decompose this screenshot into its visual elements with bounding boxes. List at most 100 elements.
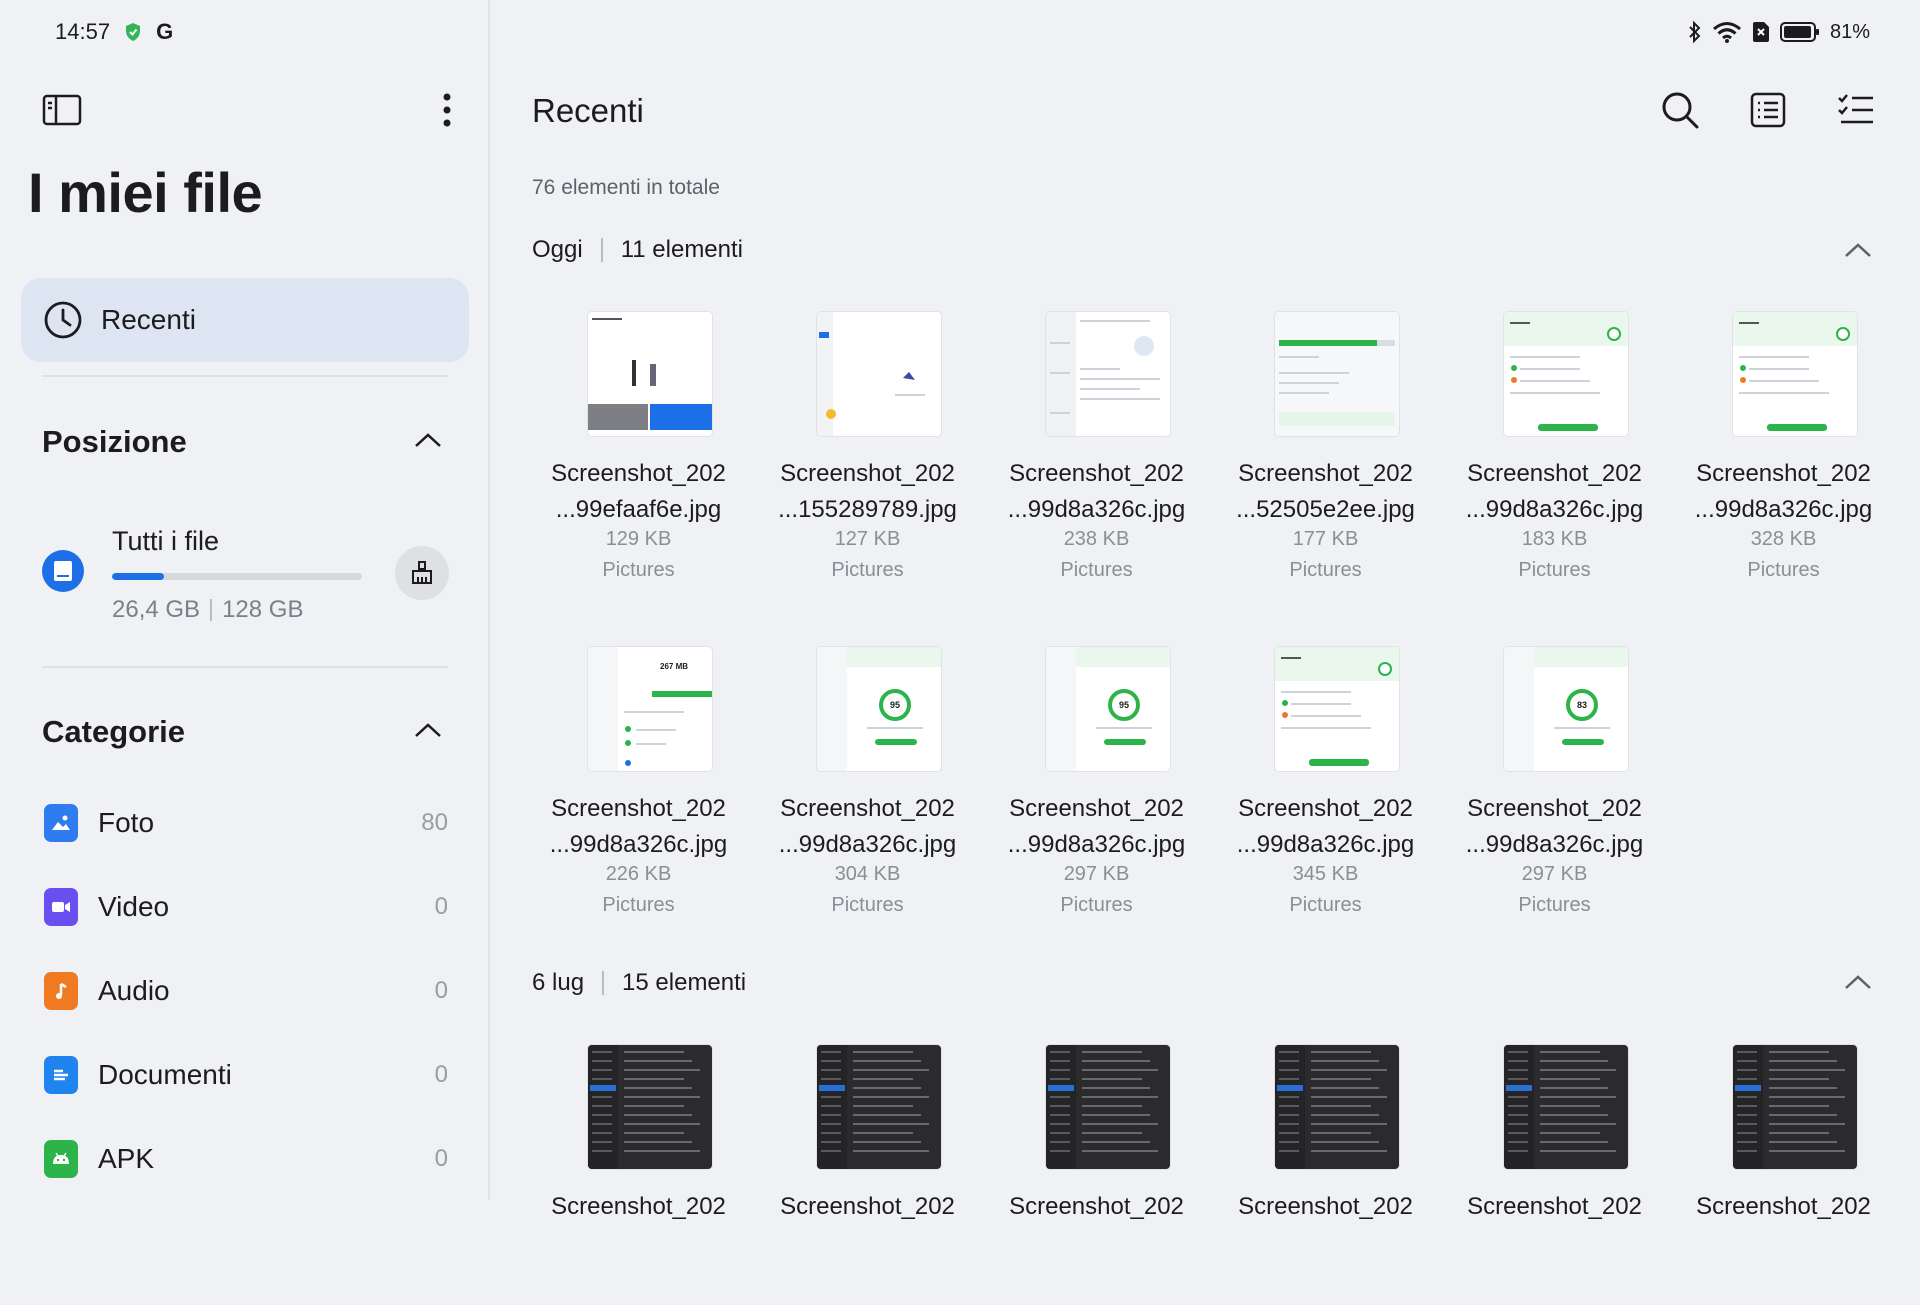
android-icon <box>44 1140 78 1178</box>
list-view-button[interactable] <box>1746 88 1790 132</box>
collapse-position-button[interactable] <box>412 424 444 456</box>
file-thumbnail <box>1046 1045 1170 1169</box>
file-item[interactable]: Screenshot_202 ...99d8a326c.jpg 183 KB Pict… <box>1440 312 1669 647</box>
file-item[interactable]: 95 Screenshot_202 ...99d8a326c.jpg 297 KB Pi… <box>982 647 1211 982</box>
file-name-line-1: Screenshot_202 <box>780 795 955 822</box>
file-item[interactable]: Screenshot_202 <box>1440 1045 1669 1305</box>
separator <box>210 599 213 621</box>
file-grid-today: Screenshot_202 ...99efaaf6e.jpg 129 KB Pict… <box>524 312 1904 982</box>
storage-used: 26,4 GB <box>112 596 201 623</box>
file-thumbnail <box>1275 312 1399 436</box>
file-thumbnail <box>817 1045 941 1169</box>
file-item[interactable]: Screenshot_202 ...52505e2ee.jpg 177 KB Pict… <box>1211 312 1440 647</box>
storage-item-all-files[interactable]: Tutti i file 26,4 GB 128 GB <box>42 520 452 640</box>
file-item[interactable]: Screenshot_202 <box>753 1045 982 1305</box>
search-button[interactable] <box>1658 88 1702 132</box>
sidebar-item-recent[interactable]: Recenti <box>21 278 469 362</box>
clean-storage-button[interactable] <box>395 546 449 600</box>
document-icon <box>44 1056 78 1094</box>
status-bar-right: 81% <box>1688 18 1870 46</box>
file-name-line-1: Screenshot_202 <box>551 795 726 822</box>
file-folder: Pictures <box>1747 559 1820 581</box>
file-item[interactable]: Screenshot_202 <box>524 1045 753 1305</box>
category-count: 0 <box>434 977 448 1004</box>
category-label: APK <box>98 1143 155 1174</box>
file-thumbnail <box>1046 312 1170 436</box>
file-name-line-1: Screenshot_202 <box>1696 460 1871 487</box>
file-thumbnail: 267 MB <box>588 647 712 771</box>
collapse-categories-button[interactable] <box>412 714 444 746</box>
group-count: 11 elementi <box>620 236 743 263</box>
file-item[interactable]: Screenshot_202 ...99d8a326c.jpg 345 KB Pict… <box>1211 647 1440 982</box>
file-size: 238 KB <box>1063 528 1130 550</box>
file-name-line-1: Screenshot_202 <box>780 1193 955 1220</box>
category-label: Audio <box>98 975 170 1006</box>
svg-text:95: 95 <box>1119 700 1129 710</box>
file-name: Screenshot_202 ...99efaaf6e.jpg <box>524 456 753 528</box>
file-name-line-2: ...52505e2ee.jpg <box>1236 496 1415 523</box>
file-name-line-2: ...99d8a326c.jpg <box>1007 831 1186 858</box>
collapse-group-6-lug-button[interactable] <box>1842 966 1874 998</box>
file-name-line-1: Screenshot_202 <box>1009 795 1184 822</box>
file-name: Screenshot_202 <box>524 1189 753 1225</box>
file-thumbnail <box>1275 647 1399 771</box>
file-item[interactable]: Screenshot_202 ...155289789.jpg 127 KB Pict… <box>753 312 982 647</box>
file-name-line-2: ...99d8a326c.jpg <box>1465 831 1644 858</box>
category-apk[interactable]: APK 0 <box>44 1131 448 1187</box>
group-header-today: Oggi 11 elementi <box>532 236 743 264</box>
file-size: 297 KB <box>1521 863 1588 885</box>
file-name-line-2: ...99d8a326c.jpg <box>1694 496 1873 523</box>
file-name-line-1: Screenshot_202 <box>1009 1193 1184 1220</box>
battery-percent: 81% <box>1829 20 1870 43</box>
file-item[interactable]: Screenshot_202 <box>1211 1045 1440 1305</box>
category-foto[interactable]: Foto 80 <box>44 795 448 851</box>
sidebar-toggle-button[interactable] <box>40 92 84 128</box>
svg-text:83: 83 <box>1577 700 1587 710</box>
sidebar: I miei file Recenti Posizione Tutti i fi… <box>0 0 490 1200</box>
more-vertical-icon <box>443 93 451 127</box>
phone-storage-icon <box>42 550 84 592</box>
file-item[interactable]: Screenshot_202 <box>1669 1045 1898 1305</box>
wifi-icon <box>1712 21 1742 43</box>
category-documents[interactable]: Documenti 0 <box>44 1047 448 1103</box>
file-name: Screenshot_202 ...99d8a326c.jpg <box>982 791 1211 863</box>
file-thumbnail <box>817 312 941 436</box>
file-item[interactable]: 95 Screenshot_202 ...99d8a326c.jpg 304 KB Pi… <box>753 647 982 982</box>
category-label: Foto <box>98 807 155 838</box>
file-name-line-1: Screenshot_202 <box>1696 1193 1871 1220</box>
file-item[interactable]: 267 MB Screenshot_202 ...99d8a326c.jpg 226 … <box>524 647 753 982</box>
file-thumbnail <box>1275 1045 1399 1169</box>
file-item[interactable]: Screenshot_202 ...99d8a326c.jpg 238 KB Pict… <box>982 312 1211 647</box>
file-item[interactable]: Screenshot_202 <box>982 1045 1211 1305</box>
chevron-up-icon <box>1845 975 1871 989</box>
no-sim-icon <box>1752 21 1770 43</box>
clock-icon <box>43 300 83 340</box>
file-folder: Pictures <box>831 894 904 916</box>
category-audio[interactable]: Audio 0 <box>44 963 448 1019</box>
file-thumbnail <box>1733 1045 1857 1169</box>
collapse-group-today-button[interactable] <box>1842 234 1874 266</box>
file-item[interactable]: 83 Screenshot_202 ...99d8a326c.jpg 297 KB Pi… <box>1440 647 1669 982</box>
file-name-line-1: Screenshot_202 <box>1238 460 1413 487</box>
file-name-line-1: Screenshot_202 <box>1009 460 1184 487</box>
chevron-up-icon <box>1845 243 1871 257</box>
search-icon <box>1662 92 1699 129</box>
file-size: 127 KB <box>834 528 901 550</box>
file-name-line-1: Screenshot_202 <box>551 1193 726 1220</box>
storage-total: 128 GB <box>222 596 304 623</box>
file-item[interactable]: Screenshot_202 ...99d8a326c.jpg 328 KB Pict… <box>1669 312 1898 647</box>
divider <box>42 666 448 668</box>
select-button[interactable] <box>1834 88 1878 132</box>
file-thumbnail: 95 <box>817 647 941 771</box>
file-item[interactable]: Screenshot_202 ...99efaaf6e.jpg 129 KB Pict… <box>524 312 753 647</box>
more-options-button[interactable] <box>432 90 462 130</box>
category-video[interactable]: Video 0 <box>44 879 448 935</box>
file-name-line-2: ...99d8a326c.jpg <box>778 831 957 858</box>
file-name-line-1: Screenshot_202 <box>780 460 955 487</box>
storage-name: Tutti i file <box>112 526 220 556</box>
file-size: 183 KB <box>1521 528 1588 550</box>
file-name: Screenshot_202 <box>753 1189 982 1225</box>
category-count: 0 <box>434 1145 448 1172</box>
file-folder: Pictures <box>1289 894 1362 916</box>
file-folder: Pictures <box>831 559 904 581</box>
